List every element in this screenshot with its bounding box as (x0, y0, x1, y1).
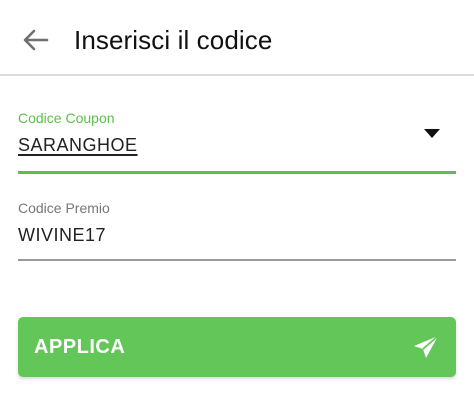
apply-button[interactable]: APPLICA (18, 317, 456, 377)
premio-code-label: Codice Premio (18, 200, 110, 216)
apply-button-label: APPLICA (34, 336, 126, 358)
send-icon (414, 335, 439, 358)
coupon-code-field[interactable]: Codice Coupon SARANGHOE (18, 109, 456, 174)
triangle-down-icon[interactable] (424, 129, 440, 138)
back-button[interactable] (18, 22, 54, 58)
redeem-code-screen: Inserisci il codice Codice Coupon SARANG… (0, 0, 474, 411)
coupon-code-label: Codice Coupon (18, 110, 115, 126)
app-bar: Inserisci il codice (0, 0, 474, 76)
premio-code-field[interactable]: Codice Premio WIVINE17 (18, 199, 456, 261)
premio-code-value[interactable]: WIVINE17 (18, 223, 456, 247)
page-title: Inserisci il codice (74, 25, 273, 55)
arrow-left-icon (23, 29, 49, 51)
coupon-code-value[interactable]: SARANGHOE (18, 133, 456, 157)
